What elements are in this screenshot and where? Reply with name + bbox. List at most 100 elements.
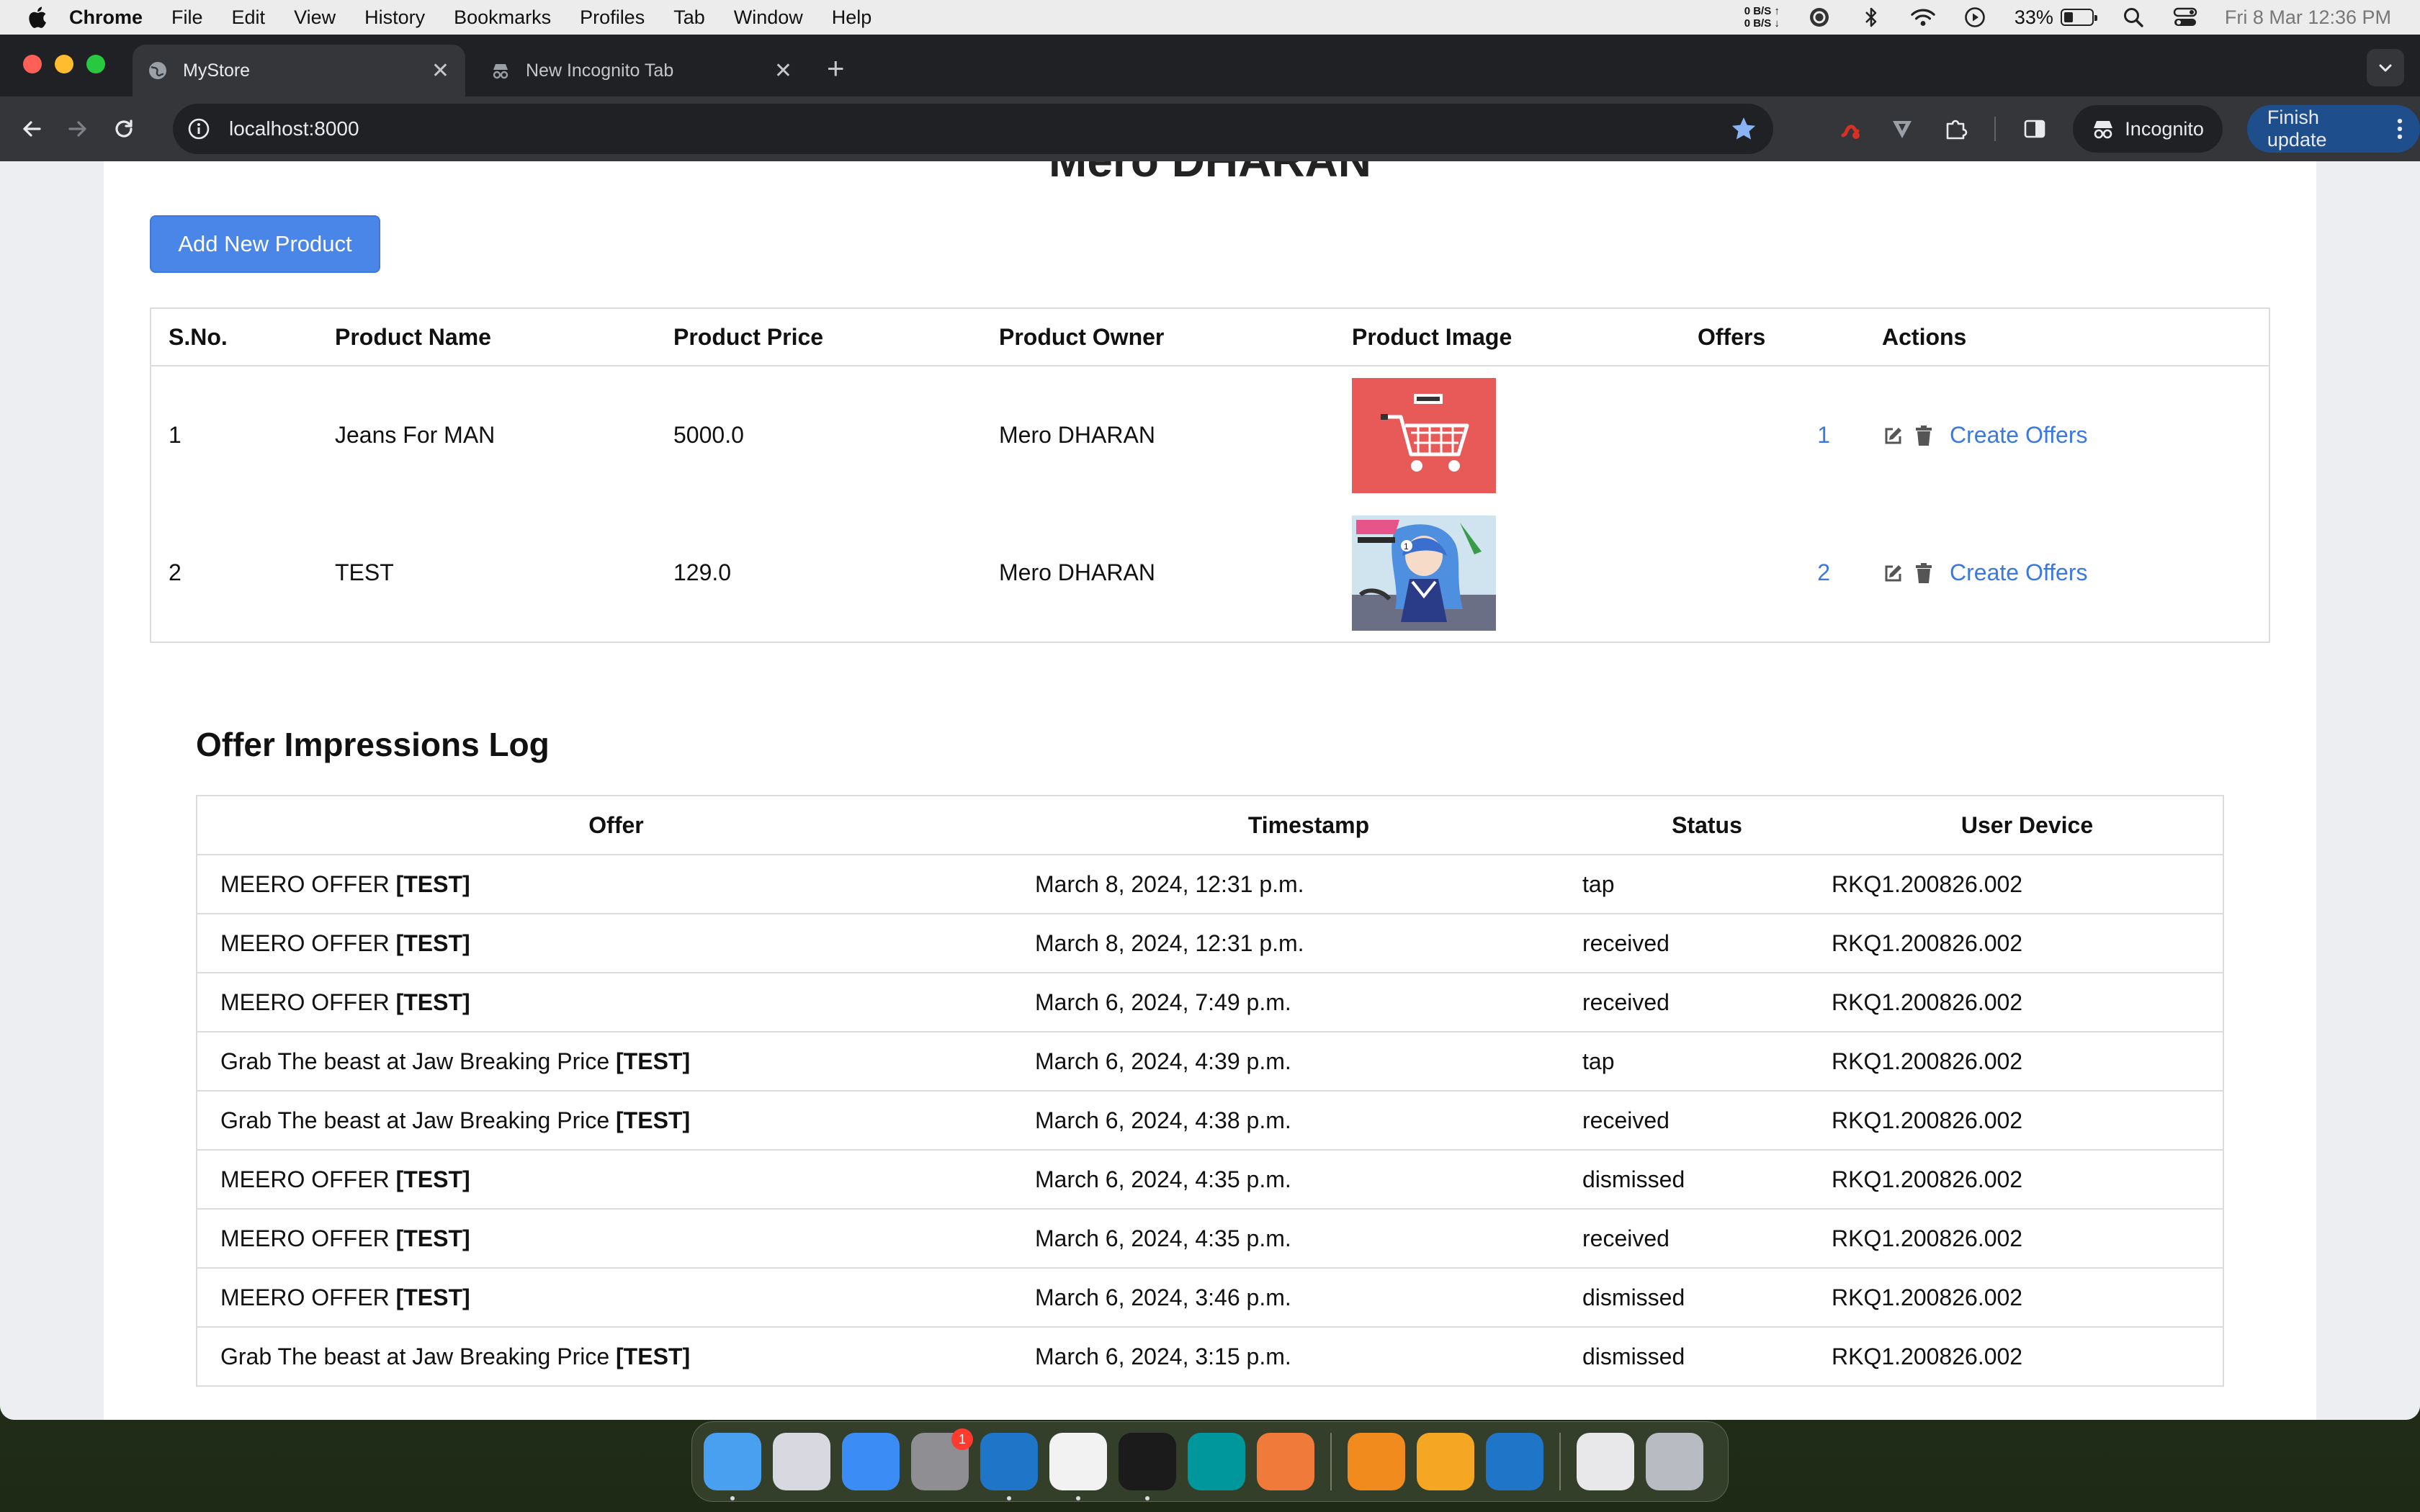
side-panel-icon[interactable]	[2020, 114, 2049, 143]
finish-update-button[interactable]: Finish update	[2246, 105, 2420, 153]
bluetooth-icon[interactable]	[1859, 5, 1883, 30]
trash-icon[interactable]	[1912, 424, 1935, 447]
document-icon[interactable]	[1577, 1433, 1634, 1490]
menu-bookmarks[interactable]: Bookmarks	[454, 6, 551, 29]
network-speed-monitor[interactable]: 0 B/S ↑ 0 B/S ↓	[1744, 5, 1780, 30]
products-table: S.No. Product Name Product Price Product…	[150, 307, 2270, 643]
bookmark-star-icon[interactable]	[1730, 115, 1757, 143]
tab-search-chevron-icon[interactable]	[2367, 49, 2404, 86]
create-offers-link[interactable]: Create Offers	[1950, 422, 2087, 449]
apple-logo-icon[interactable]	[26, 5, 48, 30]
cell-offer: MEERO OFFER [TEST]	[197, 854, 1035, 914]
cell-timestamp: March 6, 2024, 4:35 p.m.	[1035, 1208, 1582, 1268]
launchpad-icon[interactable]	[773, 1433, 830, 1490]
table-row: 2 TEST 129.0 Mero DHARAN 1 2 Create Offe…	[151, 504, 2269, 642]
cell-offers-count-link[interactable]: 2	[1680, 504, 1865, 642]
cell-product-image	[1335, 366, 1680, 504]
incognito-profile-button[interactable]: Incognito	[2073, 105, 2223, 153]
edit-icon[interactable]	[1882, 424, 1905, 447]
table-row: MEERO OFFER [TEST] March 6, 2024, 4:35 p.…	[197, 1149, 2223, 1209]
more-options-icon[interactable]	[2397, 118, 2403, 140]
terminal-icon[interactable]	[1119, 1433, 1176, 1500]
menu-bar-clock[interactable]: Fri 8 Mar 12:36 PM	[2225, 6, 2391, 29]
new-tab-plus-icon[interactable]: +	[827, 53, 845, 84]
menu-history[interactable]: History	[364, 6, 425, 29]
pages-icon[interactable]	[1417, 1433, 1474, 1490]
cell-sno: 2	[169, 559, 182, 585]
forward-arrow-icon[interactable]	[63, 114, 92, 143]
address-bar[interactable]: localhost:8000	[173, 104, 1773, 154]
product-tag: [TEST]	[616, 1048, 691, 1074]
table-row: MEERO OFFER [TEST] March 6, 2024, 3:46 p.…	[197, 1267, 2223, 1327]
offer-title: Grab The beast at Jaw Breaking Price	[220, 1343, 610, 1369]
table-row: MEERO OFFER [TEST] March 8, 2024, 12:31 p…	[197, 913, 2223, 973]
extensions-puzzle-icon[interactable]	[1941, 114, 1970, 143]
cell-status: received	[1582, 972, 1832, 1032]
tab-title: New Incognito Tab	[526, 60, 674, 81]
tab-title: MyStore	[183, 60, 251, 81]
close-window-button[interactable]	[23, 55, 42, 73]
close-tab-icon[interactable]: ✕	[774, 58, 792, 84]
menu-help[interactable]: Help	[832, 6, 872, 29]
col-header-offer: Offer	[197, 796, 1035, 855]
shopping-cart-image	[1352, 377, 1496, 493]
tab-new-incognito[interactable]: New Incognito Tab ✕	[475, 45, 808, 96]
finish-update-label: Finish update	[2267, 107, 2327, 150]
table-row: MEERO OFFER [TEST] March 6, 2024, 7:49 p.…	[197, 972, 2223, 1032]
site-info-icon[interactable]	[187, 117, 210, 140]
page-viewport: Mero DHARAN Add New Product S.No. Produc…	[0, 161, 2420, 1420]
cell-user-device: RKQ1.200826.002	[1832, 854, 2223, 914]
extension-vee-icon[interactable]	[1888, 114, 1917, 143]
fullscreen-window-button[interactable]	[86, 55, 105, 73]
back-arrow-icon[interactable]	[17, 114, 46, 143]
macos-dock: 1	[691, 1421, 1729, 1502]
safari-icon[interactable]	[842, 1433, 900, 1490]
menu-window[interactable]: Window	[734, 6, 803, 29]
menu-profiles[interactable]: Profiles	[580, 6, 645, 29]
reload-icon[interactable]	[109, 114, 138, 143]
control-center-icon[interactable]	[2173, 5, 2197, 30]
battery-status[interactable]: 33%	[2015, 6, 2097, 29]
cell-offer: MEERO OFFER [TEST]	[197, 1208, 1035, 1268]
tab-mystore[interactable]: MyStore ✕	[133, 45, 465, 96]
pen-app-icon[interactable]	[1257, 1433, 1314, 1490]
url-text: localhost:8000	[229, 117, 359, 140]
browser-toolbar: localhost:8000 Incognito Finish update	[0, 96, 2420, 161]
extension-red-icon[interactable]	[1835, 114, 1864, 143]
menu-chrome[interactable]: Chrome	[69, 6, 143, 29]
vscode-icon[interactable]	[980, 1433, 1038, 1500]
cell-user-device: RKQ1.200826.002	[1832, 972, 2223, 1032]
finder-icon[interactable]	[704, 1433, 761, 1500]
add-new-product-button[interactable]: Add New Product	[150, 215, 380, 273]
create-offers-link[interactable]: Create Offers	[1950, 559, 2087, 586]
menu-bar-status-area: 0 B/S ↑ 0 B/S ↓ 33% Fri 8 Mar 12:36 PM	[1744, 5, 2391, 30]
cell-status: dismissed	[1582, 1326, 1832, 1386]
menu-edit[interactable]: Edit	[232, 6, 266, 29]
menu-file[interactable]: File	[171, 6, 203, 29]
offer-title: MEERO OFFER	[220, 989, 390, 1015]
system-settings-icon[interactable]: 1	[911, 1428, 973, 1490]
offer-log-heading: Offer Impressions Log	[196, 726, 550, 763]
minimize-window-button[interactable]	[55, 55, 73, 73]
vscode-icon-2[interactable]	[1486, 1433, 1543, 1490]
offer-title: MEERO OFFER	[220, 1225, 390, 1251]
trash-icon[interactable]	[1646, 1433, 1703, 1490]
wifi-icon[interactable]	[1911, 5, 1935, 30]
incognito-icon	[490, 60, 511, 81]
close-tab-icon[interactable]: ✕	[431, 58, 449, 84]
edit-icon[interactable]	[1882, 562, 1905, 585]
spotlight-search-icon[interactable]	[2121, 5, 2146, 30]
dock-separator	[1559, 1433, 1561, 1490]
siri-cloud-icon[interactable]	[1807, 5, 1832, 30]
vlc-icon[interactable]	[1348, 1433, 1405, 1490]
arduino-icon[interactable]	[1188, 1433, 1245, 1490]
chrome-icon[interactable]	[1049, 1433, 1107, 1500]
cell-user-device: RKQ1.200826.002	[1832, 1267, 2223, 1327]
menu-tab[interactable]: Tab	[673, 6, 705, 29]
now-playing-icon[interactable]	[1963, 5, 1987, 30]
menu-view[interactable]: View	[294, 6, 336, 29]
trash-icon[interactable]	[1912, 562, 1935, 585]
cell-status: tap	[1582, 1031, 1832, 1091]
cell-actions: Create Offers	[1865, 504, 2269, 642]
cell-offers-count-link[interactable]: 1	[1680, 366, 1865, 504]
